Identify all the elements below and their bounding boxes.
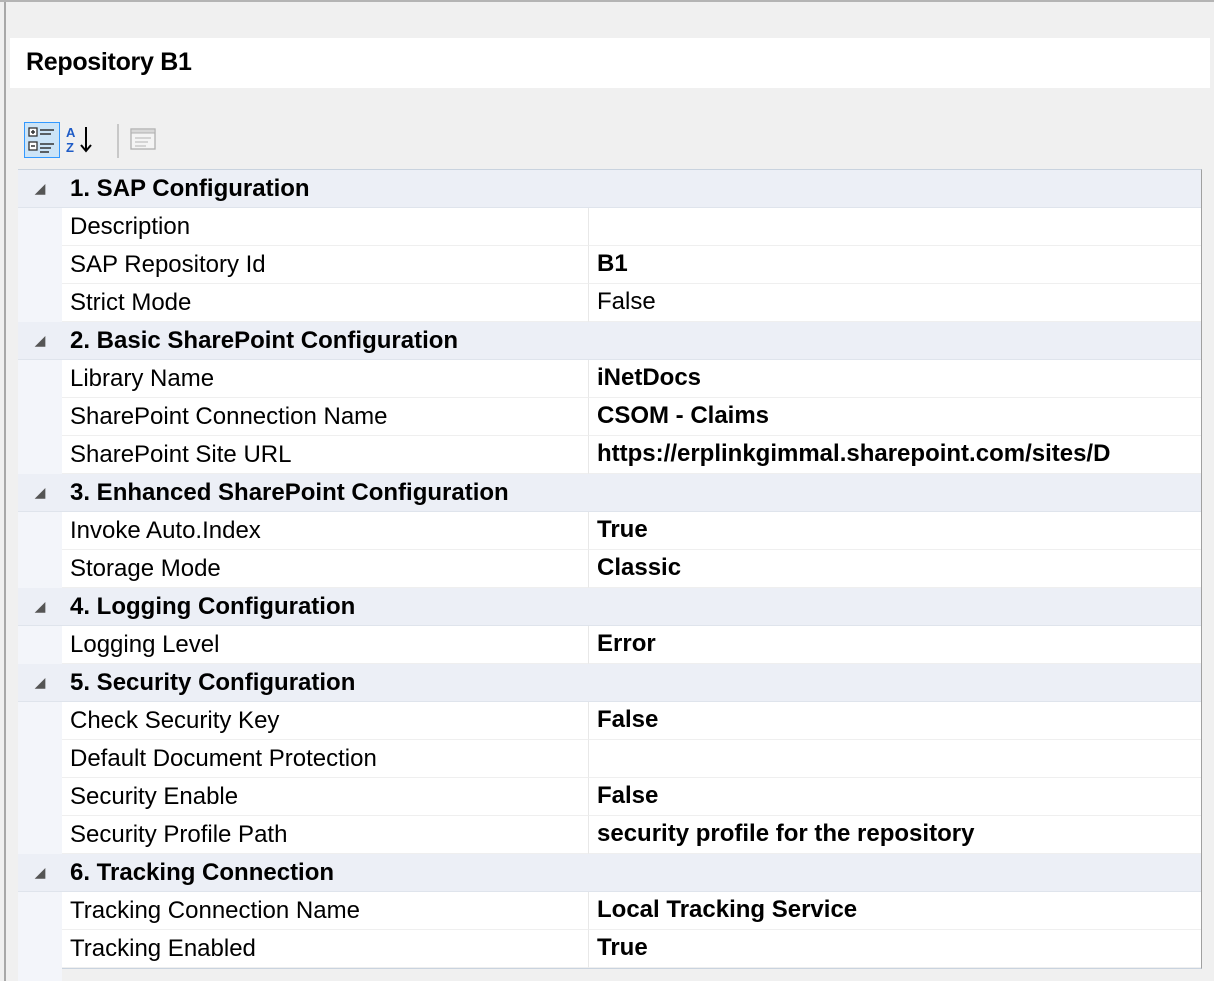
- property-grid-window: Repository B1 A Z ◢ 1. SAP Configuration…: [0, 0, 1214, 981]
- property-name[interactable]: Storage Mode: [62, 550, 589, 588]
- grid-empty-area: [18, 968, 1201, 981]
- property-value[interactable]: https://erplinkgimmal.sharepoint.com/sit…: [589, 436, 1201, 474]
- category-row[interactable]: ◢ 3. Enhanced SharePoint Configuration: [18, 474, 1201, 512]
- property-name[interactable]: Description: [62, 208, 589, 246]
- row-gutter: [18, 208, 62, 246]
- row-gutter: [18, 740, 62, 778]
- property-value[interactable]: False: [589, 778, 1201, 816]
- row-gutter: [18, 702, 62, 740]
- category-label: 4. Logging Configuration: [70, 593, 356, 620]
- property-name[interactable]: SAP Repository Id: [62, 246, 589, 284]
- property-row[interactable]: Tracking Connection Name Local Tracking S…: [18, 892, 1201, 930]
- object-title-bar: Repository B1: [10, 38, 1210, 88]
- property-name[interactable]: Library Name: [62, 360, 589, 398]
- collapse-icon[interactable]: ◢: [18, 664, 62, 701]
- property-name[interactable]: Logging Level: [62, 626, 589, 664]
- category-row[interactable]: ◢ 4. Logging Configuration: [18, 588, 1201, 626]
- property-row[interactable]: Storage Mode Classic: [18, 550, 1201, 588]
- property-row[interactable]: SharePoint Site URL https://erplinkgimmal…: [18, 436, 1201, 474]
- svg-text:A: A: [66, 125, 76, 140]
- row-gutter: [18, 436, 62, 474]
- property-row[interactable]: Invoke Auto.Index True: [18, 512, 1201, 550]
- property-value[interactable]: Classic: [589, 550, 1201, 588]
- category-label: 1. SAP Configuration: [70, 175, 310, 202]
- property-value[interactable]: Error: [589, 626, 1201, 664]
- property-name[interactable]: Invoke Auto.Index: [62, 512, 589, 550]
- row-gutter: [18, 930, 62, 968]
- collapse-icon[interactable]: ◢: [18, 588, 62, 625]
- property-name[interactable]: Default Document Protection: [62, 740, 589, 778]
- property-value[interactable]: False: [589, 284, 1201, 322]
- row-gutter: [18, 246, 62, 284]
- property-pages-button[interactable]: [126, 122, 162, 158]
- category-label: 6. Tracking Connection: [70, 859, 335, 886]
- alphabetical-button[interactable]: A Z: [62, 122, 98, 158]
- property-row[interactable]: Logging Level Error: [18, 626, 1201, 664]
- property-value[interactable]: True: [589, 930, 1201, 968]
- row-gutter: [18, 778, 62, 816]
- property-row[interactable]: SharePoint Connection Name CSOM - Claims: [18, 398, 1201, 436]
- category-row[interactable]: ◢ 2. Basic SharePoint Configuration: [18, 322, 1201, 360]
- row-gutter: [18, 968, 62, 981]
- property-name[interactable]: Strict Mode: [62, 284, 589, 322]
- property-name[interactable]: Tracking Enabled: [62, 930, 589, 968]
- property-pages-icon: [130, 128, 156, 150]
- category-label: 2. Basic SharePoint Configuration: [70, 327, 459, 354]
- property-value[interactable]: iNetDocs: [589, 360, 1201, 398]
- property-value[interactable]: True: [589, 512, 1201, 550]
- collapse-icon[interactable]: ◢: [18, 170, 62, 207]
- property-value[interactable]: security profile for the repository: [589, 816, 1201, 854]
- row-gutter: [18, 816, 62, 854]
- row-gutter: [18, 512, 62, 550]
- row-gutter: [18, 360, 62, 398]
- property-name[interactable]: Security Profile Path: [62, 816, 589, 854]
- property-row[interactable]: Check Security Key False: [18, 702, 1201, 740]
- property-row[interactable]: SAP Repository Id B1: [18, 246, 1201, 284]
- property-row[interactable]: Description: [18, 208, 1201, 246]
- svg-text:Z: Z: [66, 140, 74, 155]
- categorized-button[interactable]: [24, 122, 60, 158]
- row-gutter: [18, 626, 62, 664]
- collapse-icon[interactable]: ◢: [18, 854, 62, 891]
- property-grid-toolbar: A Z: [10, 112, 1210, 162]
- category-row[interactable]: ◢ 1. SAP Configuration: [18, 170, 1201, 208]
- category-label: 3. Enhanced SharePoint Configuration: [70, 479, 509, 506]
- property-value[interactable]: [589, 208, 1201, 246]
- category-label: 5. Security Configuration: [70, 669, 356, 696]
- category-row[interactable]: ◢ 5. Security Configuration: [18, 664, 1201, 702]
- property-name[interactable]: SharePoint Connection Name: [62, 398, 589, 436]
- row-gutter: [18, 284, 62, 322]
- property-row[interactable]: Strict Mode False: [18, 284, 1201, 322]
- property-grid: ◢ 1. SAP Configuration Description SAP Repo…: [18, 169, 1202, 981]
- collapse-icon[interactable]: ◢: [18, 322, 62, 359]
- categorized-list-icon: [28, 127, 54, 153]
- row-gutter: [18, 398, 62, 436]
- property-value[interactable]: False: [589, 702, 1201, 740]
- toolbar-separator: [117, 124, 119, 158]
- property-name[interactable]: Tracking Connection Name: [62, 892, 589, 930]
- row-gutter: [18, 550, 62, 588]
- property-row[interactable]: Security Enable False: [18, 778, 1201, 816]
- property-value[interactable]: B1: [589, 246, 1201, 284]
- property-name[interactable]: SharePoint Site URL: [62, 436, 589, 474]
- sort-alphabetical-icon: A Z: [66, 125, 92, 155]
- window-left-border: [0, 2, 6, 981]
- collapse-icon[interactable]: ◢: [18, 474, 62, 511]
- property-row[interactable]: Library Name iNetDocs: [18, 360, 1201, 398]
- row-gutter: [18, 892, 62, 930]
- property-row[interactable]: Default Document Protection: [18, 740, 1201, 778]
- property-row[interactable]: Security Profile Path security profile fo…: [18, 816, 1201, 854]
- property-value[interactable]: Local Tracking Service: [589, 892, 1201, 930]
- property-row[interactable]: Tracking Enabled True: [18, 930, 1201, 968]
- category-row[interactable]: ◢ 6. Tracking Connection: [18, 854, 1201, 892]
- property-name[interactable]: Check Security Key: [62, 702, 589, 740]
- object-title: Repository B1: [26, 48, 192, 76]
- property-value[interactable]: [589, 740, 1201, 778]
- property-value[interactable]: CSOM - Claims: [589, 398, 1201, 436]
- property-name[interactable]: Security Enable: [62, 778, 589, 816]
